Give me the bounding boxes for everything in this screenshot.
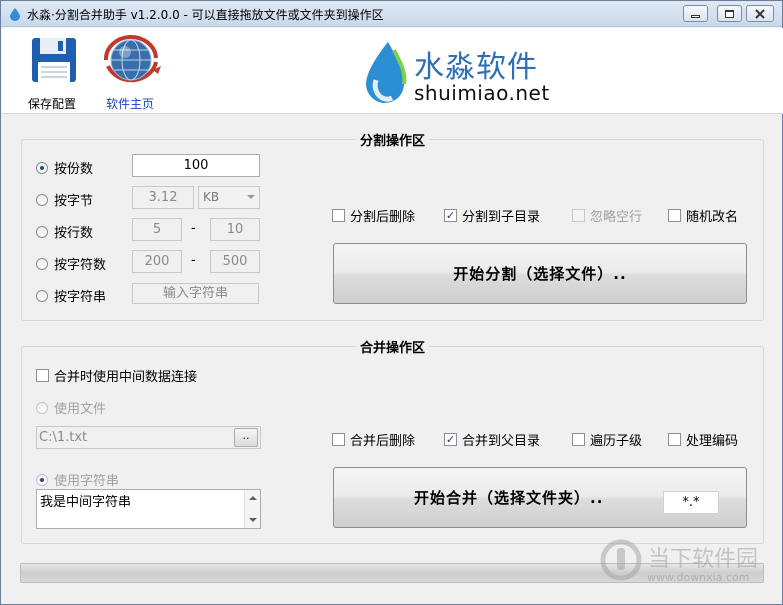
scroll-down-icon[interactable]: [249, 518, 257, 522]
split-mode-bytes[interactable]: 按字节: [36, 190, 93, 209]
split-to-subdir-label: 分割到子目录: [462, 210, 541, 225]
use-intermediate-label: 合并时使用中间数据连接: [54, 370, 198, 385]
random-rename-checkbox[interactable]: [668, 209, 681, 222]
ignore-empty-lines-label: 忽略空行: [590, 210, 643, 225]
use-intermediate-option[interactable]: 合并时使用中间数据连接: [36, 366, 197, 385]
intermediate-file-input[interactable]: C:\1.txt: [36, 426, 261, 449]
use-file-label: 使用文件: [54, 402, 107, 417]
split-string-input[interactable]: 输入字符串: [132, 283, 259, 304]
split-mode-parts[interactable]: 按份数: [36, 158, 93, 177]
maximize-button[interactable]: [717, 5, 742, 22]
file-filter-input[interactable]: *.*: [663, 491, 719, 514]
random-rename-label: 随机改名: [686, 210, 739, 225]
use-string-option[interactable]: 使用字符串: [36, 470, 119, 489]
globe-icon: [103, 34, 161, 83]
split-mode-parts-radio[interactable]: [36, 161, 48, 174]
split-mode-bytes-label: 按字节: [54, 194, 94, 209]
traverse-subdirs-checkbox[interactable]: [572, 433, 585, 446]
handle-encoding-option[interactable]: 处理编码: [668, 430, 738, 449]
close-icon: [755, 8, 765, 19]
window-title: 水淼·分割合并助手 v1.2.0.0 - 可以直接拖放文件或文件夹到操作区: [27, 8, 384, 22]
use-file-radio[interactable]: [36, 401, 48, 414]
main-window: 水淼·分割合并助手 v1.2.0.0 - 可以直接拖放文件或文件夹到操作区 保存…: [0, 0, 783, 605]
merge-to-parent-option[interactable]: ✓ 合并到父目录: [444, 430, 540, 449]
browse-file-button[interactable]: ..: [234, 428, 258, 447]
split-mode-lines[interactable]: 按行数: [36, 222, 93, 241]
save-config-label: 保存配置: [28, 97, 77, 111]
split-mode-string-radio[interactable]: [36, 289, 48, 302]
bytes-unit-value: KB: [203, 190, 220, 204]
merge-to-parent-label: 合并到父目录: [462, 434, 541, 449]
start-split-label: 开始分割（选择文件）..: [453, 265, 627, 283]
merge-delete-after-checkbox[interactable]: [332, 433, 345, 446]
random-rename-option[interactable]: 随机改名: [668, 206, 738, 225]
intermediate-string-textarea[interactable]: 我是中间字符串: [36, 489, 261, 529]
chars-to-input[interactable]: 500: [210, 250, 260, 273]
close-button[interactable]: [746, 5, 774, 22]
split-delete-after-option[interactable]: 分割后删除: [332, 206, 415, 225]
split-mode-chars-label: 按字符数: [54, 258, 107, 273]
lines-from-input[interactable]: 5: [132, 218, 182, 241]
minimize-icon: [691, 14, 700, 18]
split-delete-after-checkbox[interactable]: [332, 209, 345, 222]
split-mode-chars[interactable]: 按字符数: [36, 254, 106, 273]
watermark-logo-icon: [600, 539, 642, 581]
merge-group-title: 合并操作区: [355, 341, 429, 356]
split-mode-string[interactable]: 按字符串: [36, 286, 106, 305]
maximize-icon: [725, 9, 734, 18]
split-delete-after-label: 分割后删除: [350, 210, 416, 225]
header-toolbar: 保存配置 软件主页 水淼软件 shuimiao.net: [2, 28, 783, 114]
scroll-up-icon[interactable]: [249, 496, 257, 500]
handle-encoding-label: 处理编码: [686, 434, 739, 449]
lines-to-input[interactable]: 10: [210, 218, 260, 241]
use-file-option[interactable]: 使用文件: [36, 398, 106, 417]
split-mode-chars-radio[interactable]: [36, 257, 48, 270]
split-to-subdir-option[interactable]: ✓ 分割到子目录: [444, 206, 540, 225]
use-string-radio[interactable]: [36, 473, 48, 486]
merge-to-parent-checkbox[interactable]: ✓: [444, 433, 457, 446]
title-bar[interactable]: 水淼·分割合并助手 v1.2.0.0 - 可以直接拖放文件或文件夹到操作区: [1, 1, 782, 27]
shuimiao-logo-icon: [366, 42, 407, 103]
intermediate-string-value: 我是中间字符串: [40, 495, 132, 510]
textarea-scrollbar[interactable]: [244, 490, 260, 528]
chars-range-dash: -: [191, 253, 196, 268]
traverse-subdirs-label: 遍历子级: [590, 434, 643, 449]
bytes-size-input[interactable]: 3.12: [132, 186, 194, 209]
parts-count-input[interactable]: 100: [132, 154, 260, 177]
start-split-button[interactable]: 开始分割（选择文件）..: [333, 243, 747, 304]
homepage-label: 软件主页: [106, 97, 155, 111]
merge-delete-after-label: 合并后删除: [350, 434, 416, 449]
split-mode-string-label: 按字符串: [54, 290, 107, 305]
chars-from-input[interactable]: 200: [132, 250, 182, 273]
split-mode-parts-label: 按份数: [54, 162, 94, 177]
use-intermediate-checkbox[interactable]: [36, 369, 49, 382]
handle-encoding-checkbox[interactable]: [668, 433, 681, 446]
bytes-unit-select[interactable]: KB: [198, 186, 260, 209]
traverse-subdirs-option[interactable]: 遍历子级: [572, 430, 642, 449]
split-mode-lines-label: 按行数: [54, 226, 94, 241]
use-string-label: 使用字符串: [54, 474, 120, 489]
lines-range-dash: -: [191, 221, 196, 236]
logo-text-en: shuimiao.net: [414, 81, 550, 105]
split-group-title: 分割操作区: [355, 134, 429, 149]
floppy-disk-icon: [32, 38, 76, 82]
minimize-button[interactable]: [683, 5, 708, 22]
start-merge-label: 开始合并（选择文件夹）..: [414, 489, 604, 507]
intermediate-file-path: C:\1.txt: [39, 430, 88, 445]
logo-text-cn: 水淼软件: [414, 50, 538, 85]
app-icon: [10, 8, 20, 21]
ignore-empty-lines-checkbox[interactable]: [572, 209, 585, 222]
split-mode-lines-radio[interactable]: [36, 225, 48, 238]
ignore-empty-lines-option[interactable]: 忽略空行: [572, 206, 642, 225]
watermark-text-en: www.downxia.com: [647, 571, 750, 584]
merge-delete-after-option[interactable]: 合并后删除: [332, 430, 415, 449]
split-to-subdir-checkbox[interactable]: ✓: [444, 209, 457, 222]
watermark-text-cn: 当下软件园: [648, 547, 759, 572]
chevron-down-icon: [247, 195, 255, 199]
split-mode-bytes-radio[interactable]: [36, 193, 48, 206]
